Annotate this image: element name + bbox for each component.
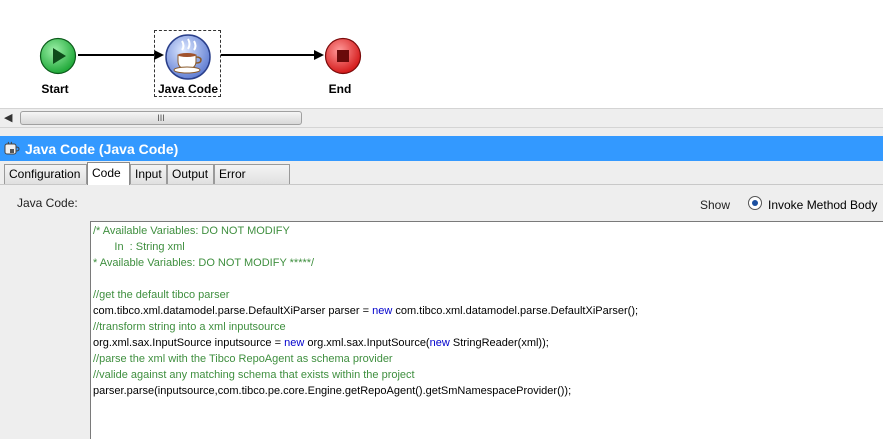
code-line: org.xml.sax.InputSource inputsource = ne… (93, 335, 549, 351)
code-keyword: new (372, 305, 393, 317)
code-line: //get the default tibco parser (93, 289, 230, 301)
process-canvas[interactable]: Start Java Code End (0, 0, 883, 108)
tab-configuration[interactable]: Configuration (4, 164, 87, 184)
code-line: * Available Variables: DO NOT MODIFY ***… (93, 257, 315, 269)
code-keyword: new (429, 337, 450, 349)
code-line: com.tibco.xml.datamodel.parse.DefaultXiP… (93, 303, 638, 319)
java-cup-icon (165, 34, 211, 80)
activity-title-bar: Java Code (Java Code) (0, 136, 883, 161)
show-label: Show (700, 198, 731, 212)
tab-code[interactable]: Code (87, 162, 130, 185)
code-line: parser.parse(inputsource,com.tibco.pe.co… (93, 385, 572, 397)
code-keyword: new (284, 337, 305, 349)
java-activity-icon (3, 140, 21, 158)
code-line: In : String xml (93, 241, 185, 253)
horizontal-scrollbar[interactable]: ◀ III (0, 108, 883, 128)
arrowhead-icon (314, 50, 324, 60)
start-icon (39, 37, 77, 75)
invoke-method-body-radio[interactable] (748, 196, 762, 210)
java-code-editor[interactable]: /* Available Variables: DO NOT MODIFY In… (90, 221, 883, 439)
start-label: Start (41, 82, 69, 96)
connector-start-java (78, 54, 156, 56)
java-code-field-label: Java Code: (17, 196, 78, 210)
code-token: com.tibco.xml.datamodel.parse.DefaultXiP… (392, 305, 639, 317)
end-node[interactable] (324, 37, 362, 75)
start-node[interactable] (39, 37, 77, 75)
scroll-left-icon[interactable]: ◀ (4, 111, 12, 124)
end-icon (324, 37, 362, 75)
activity-title: Java Code (Java Code) (25, 140, 179, 157)
connector-java-end (221, 54, 315, 56)
code-line: //transform string into a xml inputsourc… (93, 321, 286, 333)
tab-output[interactable]: Output (167, 164, 214, 184)
java-code-node[interactable]: Java Code (154, 30, 221, 97)
tab-bar: Configuration Code Input Output Error Ou… (0, 161, 883, 200)
code-panel: Java Code: Show Invoke Method Body /* Av… (0, 185, 883, 439)
invoke-method-body-label[interactable]: Invoke Method Body (768, 198, 877, 212)
code-token: org.xml.sax.InputSource inputsource = (93, 337, 285, 349)
code-line: //parse the xml with the Tibco RepoAgent… (93, 353, 393, 365)
java-code-label: Java Code (157, 82, 219, 96)
code-token: org.xml.sax.InputSource( (304, 337, 430, 349)
tab-input[interactable]: Input (130, 164, 167, 184)
tab-error-output[interactable]: Error Output (214, 164, 290, 200)
scrollbar-thumb[interactable]: III (20, 111, 302, 125)
code-line: /* Available Variables: DO NOT MODIFY (93, 225, 290, 237)
scroll-grip: III (157, 113, 165, 123)
separator (0, 128, 883, 136)
code-token: com.tibco.xml.datamodel.parse.DefaultXiP… (93, 305, 373, 317)
end-label: End (328, 82, 352, 96)
code-token: StringReader(xml)); (449, 337, 549, 349)
code-line: //valide against any matching schema tha… (93, 369, 415, 381)
